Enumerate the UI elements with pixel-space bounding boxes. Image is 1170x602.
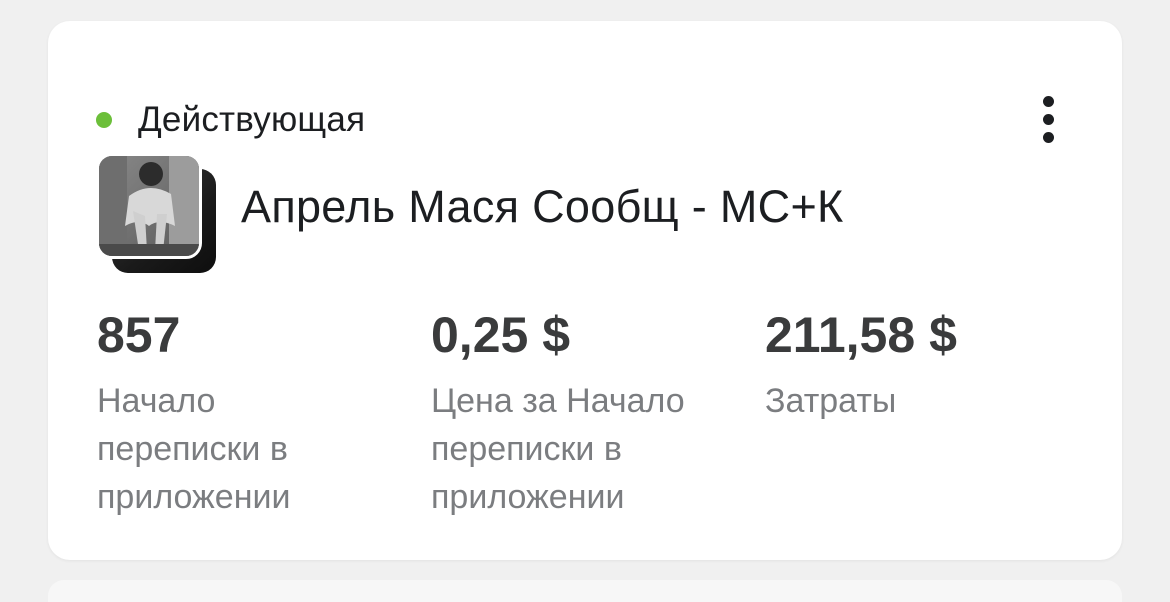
status-active-dot [96, 112, 112, 128]
metric-value: 211,58 $ [765, 307, 957, 363]
more-dot [1042, 131, 1054, 143]
metric-label: Затраты [765, 382, 897, 420]
metric-spend: 211,58 $ Затраты [765, 303, 1065, 425]
metric-value: 857 [97, 307, 181, 363]
metric-label: Начало переписки в приложении [97, 382, 291, 516]
metric-label: Цена за Начало переписки в приложении [431, 382, 685, 516]
metric-cost-per-conversation: 0,25 $ Цена за Начало переписки в прилож… [431, 303, 731, 521]
status-label: Действующая [138, 100, 366, 139]
campaign-card[interactable]: Действующая Апрель Мася Сообщ - МС+К 857… [48, 21, 1122, 560]
more-options-icon[interactable] [1028, 79, 1068, 159]
thumbnail-photo [96, 153, 202, 259]
campaign-name[interactable]: Апрель Мася Сообщ - МС+К [241, 181, 844, 233]
more-dot [1042, 95, 1054, 107]
status-row: Действующая [96, 97, 365, 143]
campaign-thumbnail[interactable] [96, 153, 220, 277]
more-dot [1042, 113, 1054, 125]
metric-value: 0,25 $ [431, 307, 571, 363]
next-card-edge [48, 580, 1122, 602]
metric-conversations: 857 Начало переписки в приложении [97, 303, 377, 521]
